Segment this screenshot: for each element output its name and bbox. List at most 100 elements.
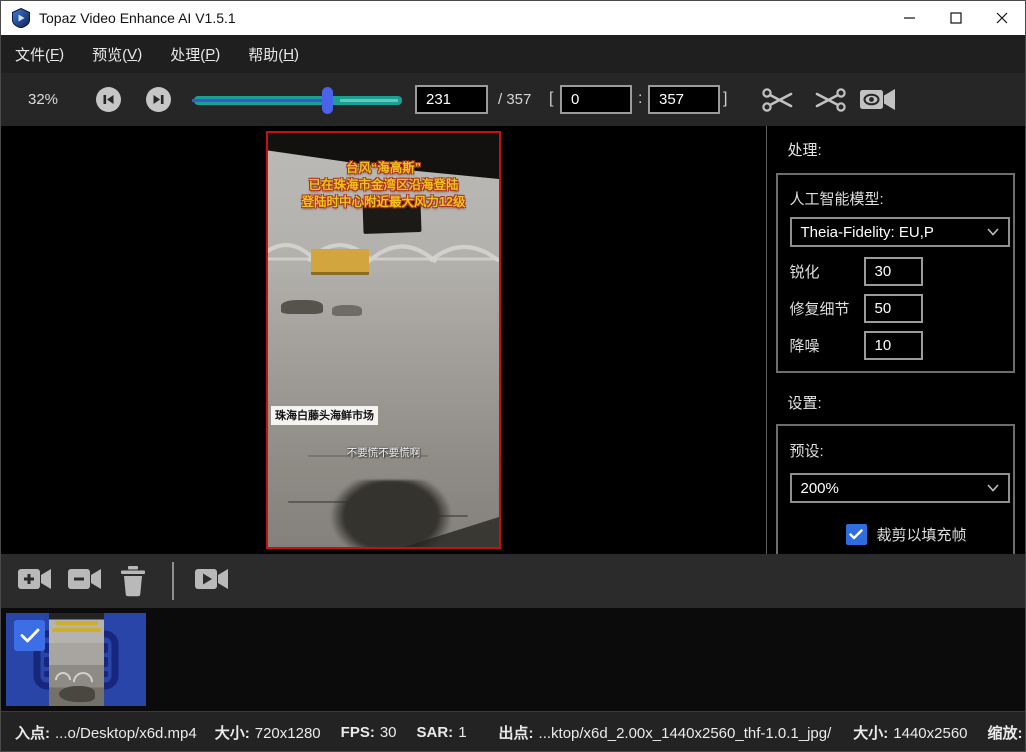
maximize-button[interactable]	[933, 1, 979, 35]
menubar: 文件(F) 预览(V) 处理(P) 帮助(H)	[1, 35, 1025, 73]
bridge-silhouette	[268, 229, 499, 287]
preset-value: 200%	[801, 480, 839, 497]
main-area: 台风“海高斯” 已在珠海市金湾区沿海登陆 登陆时中心附近最大风力12级	[1, 126, 1025, 554]
thumb-yellow-text-1	[55, 621, 98, 625]
thumb-dark-smudge	[59, 686, 95, 702]
menu-item-file[interactable]: 文件(F)	[1, 35, 78, 73]
video-canvas: 台风“海高斯” 已在珠海市金湾区沿海登陆 登陆时中心附近最大风力12级	[268, 133, 499, 547]
status-output-size: 大小: 1440x2560	[853, 722, 967, 743]
zoom-level-label: 32%	[28, 91, 58, 108]
thumbnail-checkbox[interactable]	[14, 620, 45, 651]
status-input-size-label: 大小:	[215, 725, 250, 742]
video-caption: 不要慌不要慌啊	[268, 445, 499, 460]
denoise-label: 降噪	[790, 335, 864, 356]
status-out-point: 出点: ...ktop/x6d_2.00x_1440x2560_thf-1.0.1…	[499, 722, 832, 743]
video-preview-area[interactable]: 台风“海高斯” 已在珠海市金湾区沿海登陆 登陆时中心附近最大风力12级	[1, 126, 766, 554]
menu-help-mnemonic: H	[283, 46, 294, 63]
remove-video-button[interactable]	[67, 565, 103, 596]
video-thumbnail-tile[interactable]	[6, 613, 146, 706]
flooded-car-shape-2	[332, 305, 362, 316]
settings-section-label: 设置:	[788, 392, 822, 413]
thumbnail-video-image	[49, 613, 104, 706]
trim-cut-left-button[interactable]	[761, 85, 797, 118]
menu-file-close: )	[59, 46, 64, 63]
ai-model-label: 人工智能模型:	[790, 188, 884, 209]
denoise-input[interactable]	[864, 331, 923, 360]
trim-start-input[interactable]	[560, 85, 632, 114]
flooded-car-shape	[281, 300, 323, 314]
video-overlay-title: 台风“海高斯” 已在珠海市金湾区沿海登陆 登陆时中心附近最大风力12级	[268, 160, 499, 211]
close-icon	[996, 12, 1008, 24]
menu-process-mnemonic: P	[205, 46, 215, 63]
skip-to-start-icon	[96, 87, 121, 112]
app-window: Topaz Video Enhance AI V1.5.1 文件(F) 预览(V…	[0, 0, 1026, 752]
menu-item-help[interactable]: 帮助(H)	[234, 35, 313, 73]
skip-to-start-button[interactable]	[96, 87, 121, 112]
status-in-point-label: 入点:	[15, 725, 50, 742]
slider-handle[interactable]	[322, 87, 333, 114]
minimize-button[interactable]	[887, 1, 933, 35]
scissors-right-icon	[811, 85, 847, 115]
total-frames-label: / 357	[498, 91, 531, 108]
sharpen-input[interactable]	[864, 257, 923, 286]
menu-item-preview[interactable]: 预览(V)	[78, 35, 156, 73]
ai-model-value: Theia-Fidelity: EU,P	[801, 224, 934, 241]
delete-button[interactable]	[119, 565, 147, 600]
menu-help-text: 帮助(	[248, 44, 283, 65]
preset-groupbox: 预设: 200% 裁剪以填充帧	[776, 424, 1015, 554]
status-sar-label: SAR:	[417, 724, 454, 741]
skip-to-end-button[interactable]	[146, 87, 171, 112]
preview-button[interactable]	[859, 85, 897, 118]
status-out-point-label: 出点:	[499, 725, 534, 742]
add-video-button[interactable]	[17, 565, 53, 596]
preset-label: 预设:	[790, 440, 824, 461]
remove-video-icon	[67, 565, 103, 593]
close-button[interactable]	[979, 1, 1025, 35]
status-scale: 缩放:200%	[988, 722, 1026, 743]
sharpen-row: 锐化	[790, 257, 923, 286]
add-video-icon	[17, 565, 53, 593]
menu-preview-text: 预览(	[92, 44, 127, 65]
menu-item-process[interactable]: 处理(P)	[156, 35, 234, 73]
status-fps-value: 30	[380, 724, 397, 741]
crop-to-fill-checkbox[interactable]	[846, 524, 867, 545]
crop-to-fill-label: 裁剪以填充帧	[877, 524, 967, 545]
window-controls	[887, 1, 1025, 35]
yellow-truck-shape	[311, 249, 369, 275]
restore-detail-row: 修复细节	[790, 294, 923, 323]
chevron-down-icon	[987, 228, 999, 236]
status-sar-value: 1	[458, 724, 466, 741]
trash-icon	[119, 565, 147, 597]
slider-remaining	[340, 99, 398, 102]
status-output-size-label: 大小:	[853, 725, 888, 742]
overlay-line-2: 已在珠海市金湾区沿海登陆	[268, 177, 499, 194]
trim-end-input[interactable]	[648, 85, 720, 114]
status-fps: FPS: 30	[341, 724, 397, 741]
thumb-yellow-text-2	[52, 628, 101, 632]
trim-bracket-open: [	[549, 90, 553, 108]
toolbar-divider	[172, 562, 174, 600]
status-out-point-value: ...ktop/x6d_2.00x_1440x2560_thf-1.0.1_jp…	[539, 725, 832, 742]
process-video-button[interactable]	[194, 565, 230, 596]
thumbnail-check-icon	[20, 628, 40, 643]
status-input-size-value: 720x1280	[255, 725, 321, 742]
trim-cut-right-button[interactable]	[811, 85, 847, 118]
restore-detail-input[interactable]	[864, 294, 923, 323]
restore-detail-label: 修复细节	[790, 298, 864, 319]
minimize-icon	[904, 12, 916, 24]
status-fps-label: FPS:	[341, 724, 375, 741]
status-scale-label: 缩放:	[988, 725, 1023, 742]
status-in-point: 入点:...o/Desktop/x6d.mp4	[15, 722, 197, 743]
processing-section-label: 处理:	[788, 139, 822, 160]
app-logo-icon	[11, 8, 31, 28]
statusbar: 入点:...o/Desktop/x6d.mp4 大小: 720x1280 FPS:…	[1, 711, 1025, 752]
preset-dropdown[interactable]: 200%	[790, 473, 1010, 503]
timeline-slider[interactable]	[194, 86, 402, 116]
ai-model-dropdown[interactable]: Theia-Fidelity: EU,P	[790, 217, 1010, 247]
thumbnail-strip	[1, 608, 1025, 711]
status-output-size-value: 1440x2560	[893, 725, 967, 742]
check-icon	[849, 529, 863, 540]
video-frame[interactable]: 台风“海高斯” 已在珠海市金湾区沿海登陆 登陆时中心附近最大风力12级	[266, 131, 501, 549]
maximize-icon	[950, 12, 962, 24]
current-frame-input[interactable]	[415, 85, 488, 114]
